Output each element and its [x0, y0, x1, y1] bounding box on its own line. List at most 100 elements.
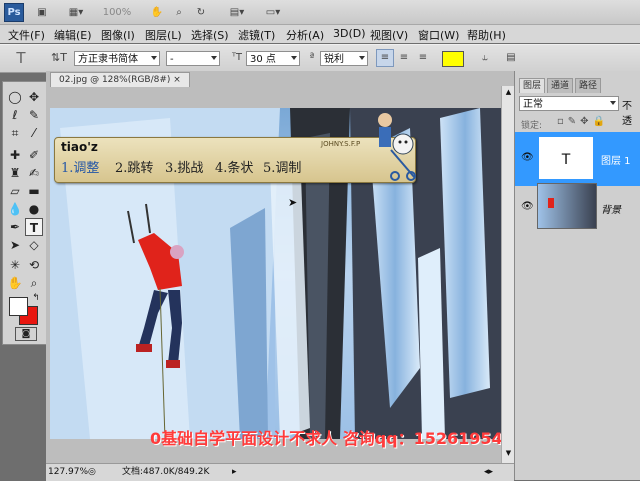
- menu-layer[interactable]: 图层(L): [145, 27, 182, 43]
- menu-analysis[interactable]: 分析(A): [286, 27, 324, 43]
- align-left-icon[interactable]: ≡: [376, 49, 394, 67]
- hand-icon[interactable]: ✋: [148, 4, 166, 22]
- menu-bar: 文件(F) 编辑(E) 图像(I) 图层(L) 选择(S) 滤镜(T) 分析(A…: [0, 25, 640, 43]
- menu-edit[interactable]: 编辑(E): [54, 27, 92, 43]
- warp-text-icon[interactable]: ⥿: [476, 49, 494, 67]
- tab-channels[interactable]: 通道: [547, 78, 574, 93]
- layer-thumbnail-text: T: [537, 135, 595, 181]
- menu-view[interactable]: 视图(V): [370, 27, 408, 43]
- eraser-tool-icon[interactable]: ▱: [6, 182, 24, 200]
- quick-mask-icon[interactable]: ◙: [15, 327, 37, 341]
- menu-help[interactable]: 帮助(H): [467, 27, 506, 43]
- dodge-tool-icon[interactable]: ●: [25, 200, 43, 218]
- zoom-percent[interactable]: 127.97%: [48, 465, 88, 480]
- menu-window[interactable]: 窗口(W): [418, 27, 459, 43]
- font-family-value: 方正隶书简体: [78, 54, 138, 65]
- photoshop-logo: Ps: [4, 3, 24, 22]
- document-tab-title: 02.jpg @ 128%(RGB/8#): [59, 75, 171, 85]
- healing-brush-tool-icon[interactable]: ✚: [6, 146, 24, 164]
- watermark-text: 0基础自学平面设计不求人 咨询qq：1526195400: [150, 429, 525, 448]
- zoom-slider-icon[interactable]: ◂▸: [484, 465, 493, 480]
- eye-icon[interactable]: 👁: [521, 152, 534, 163]
- text-color-swatch[interactable]: [442, 51, 464, 67]
- opacity-label: 不透: [622, 101, 632, 127]
- tab-paths[interactable]: 路径: [575, 78, 602, 93]
- font-family-select[interactable]: 方正隶书简体: [74, 51, 160, 66]
- banner-credit: JOHNY.S.F.P: [321, 140, 361, 148]
- scroll-down-icon[interactable]: ▼: [504, 449, 513, 459]
- menu-image[interactable]: 图像(I): [101, 27, 135, 43]
- layer-name: 背景: [601, 205, 621, 216]
- font-size-select[interactable]: 30 点: [246, 51, 300, 66]
- document-tab[interactable]: 02.jpg @ 128%(RGB/8#) ×: [50, 72, 190, 87]
- eyedropper-tool-icon[interactable]: ⁄: [25, 124, 43, 142]
- lock-label: 锁定:: [521, 121, 543, 131]
- menu-link-2[interactable]: 2.跳转: [115, 157, 153, 176]
- menu-link-1[interactable]: 1.调整: [61, 157, 99, 176]
- bridge-icon[interactable]: ▣: [32, 4, 52, 22]
- rotate-view-icon[interactable]: ↻: [192, 4, 210, 22]
- gradient-tool-icon[interactable]: ▬: [25, 182, 43, 200]
- lock-icons[interactable]: ▫✎✥🔒: [557, 116, 609, 127]
- type-tool-preset-icon[interactable]: T: [10, 49, 32, 67]
- menu-link-4[interactable]: 4.条状: [215, 157, 253, 176]
- screen-mode-icon[interactable]: ▭▾: [258, 4, 288, 22]
- close-icon[interactable]: ×: [173, 75, 181, 85]
- shape-tool-icon[interactable]: ◇: [25, 236, 43, 254]
- align-right-icon[interactable]: ≡: [414, 49, 432, 67]
- cursor-icon: ➤: [288, 196, 298, 209]
- font-size-value: 30 点: [250, 54, 276, 65]
- foreground-color-swatch[interactable]: [9, 297, 28, 316]
- menu-3d[interactable]: 3D(D): [333, 27, 366, 40]
- path-selection-tool-icon[interactable]: ➤: [6, 236, 24, 254]
- swap-colors-icon[interactable]: ↰: [27, 289, 45, 307]
- eye-icon[interactable]: 👁: [521, 201, 534, 212]
- text-orientation-icon[interactable]: ⇅T: [50, 49, 68, 67]
- vertical-scrollbar[interactable]: ▲ ▼: [501, 86, 515, 463]
- brush-tool-icon[interactable]: ✐: [25, 146, 43, 164]
- move-tool-icon[interactable]: ✥: [25, 88, 43, 106]
- anti-alias-icon: ª: [309, 52, 315, 63]
- zoom-icon[interactable]: ⌕: [170, 4, 188, 22]
- blend-mode-value: 正常: [523, 99, 543, 110]
- options-bar: T ⇅T 方正隶书简体 - ᵀT 30 点 ª 锐利 ≡ ≡ ≡ ⥿ ▤: [0, 44, 640, 73]
- font-style-select[interactable]: -: [166, 51, 220, 66]
- type-tool-icon[interactable]: T: [25, 218, 43, 236]
- arrange-documents-icon[interactable]: ▤▾: [222, 4, 252, 22]
- character-panel-icon[interactable]: ▤: [502, 49, 520, 67]
- history-brush-tool-icon[interactable]: ✍: [25, 164, 43, 182]
- tab-layers[interactable]: 图层: [519, 78, 546, 93]
- menu-select[interactable]: 选择(S): [191, 27, 229, 43]
- quick-select-tool-icon[interactable]: ✎: [25, 106, 43, 124]
- application-bar: Ps ▣ ▦▾ 100% ✋ ⌕ ↻ ▤▾ ▭▾: [0, 0, 640, 25]
- menu-link-3[interactable]: 3.挑战: [165, 157, 203, 176]
- layer-row-background[interactable]: 👁 背景: [515, 181, 640, 235]
- scroll-up-icon[interactable]: ▲: [504, 88, 513, 98]
- layer-row-text[interactable]: 👁 T 图层 1: [515, 132, 640, 186]
- toolbox: ◯ ✥ ℓ ✎ ⌗ ⁄ ✚ ✐ ♜ ✍ ▱ ▬ 💧 ● ✒ T ➤ ◇ ✳ ⟲ …: [2, 81, 48, 345]
- anti-alias-value: 锐利: [324, 54, 344, 65]
- blur-tool-icon[interactable]: 💧: [6, 200, 24, 218]
- menu-link-5[interactable]: 5.调制: [263, 157, 301, 176]
- 3d-orbit-tool-icon[interactable]: ⟲: [25, 256, 43, 274]
- hand-tool-icon[interactable]: ✋: [6, 274, 24, 292]
- zoom-level-select[interactable]: 100%: [96, 4, 138, 22]
- blend-mode-select[interactable]: 正常: [519, 96, 619, 111]
- 3d-rotate-tool-icon[interactable]: ✳: [6, 256, 24, 274]
- lasso-tool-icon[interactable]: ℓ: [6, 106, 24, 124]
- pen-tool-icon[interactable]: ✒: [6, 218, 24, 236]
- crop-tool-icon[interactable]: ⌗: [6, 124, 24, 142]
- font-size-icon: ᵀT: [232, 52, 242, 63]
- view-extras-icon[interactable]: ▦▾: [60, 4, 92, 22]
- status-info-icon[interactable]: ◎: [88, 465, 96, 480]
- menu-filter[interactable]: 滤镜(T): [238, 27, 275, 43]
- align-center-icon[interactable]: ≡: [395, 49, 413, 67]
- menu-file[interactable]: 文件(F): [8, 27, 45, 43]
- clone-stamp-tool-icon[interactable]: ♜: [6, 164, 24, 182]
- menu-banner: tiao'z JOHNY.S.F.P 1.调整 2.跳转 3.挑战 4.条状 5…: [54, 113, 416, 183]
- layer-name: 图层 1: [601, 156, 631, 167]
- anti-alias-select[interactable]: 锐利: [320, 51, 368, 66]
- marquee-tool-icon[interactable]: ◯: [6, 88, 24, 106]
- cartoon-mascot-icon: [373, 110, 417, 182]
- status-menu-arrow-icon[interactable]: ▸: [232, 465, 237, 480]
